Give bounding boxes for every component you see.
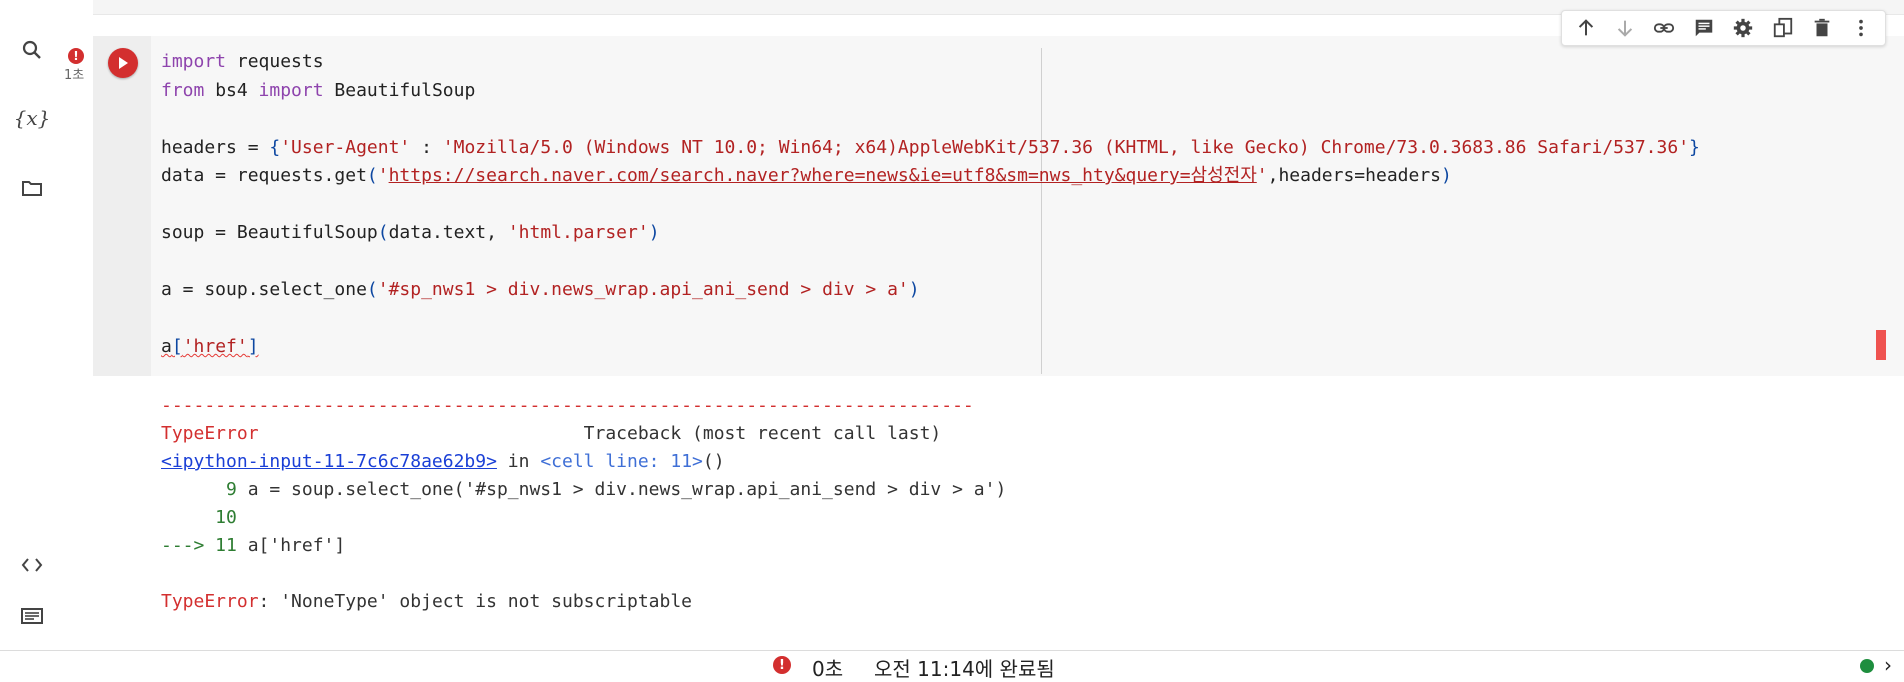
code-token: '#sp_nws1 > div.news_wrap.api_ani_send >… [377,279,909,300]
code-token: ) [648,222,660,243]
link-icon[interactable] [1650,14,1678,42]
move-down-icon[interactable] [1611,14,1639,42]
move-up-icon[interactable] [1572,14,1600,42]
output-final-error-type: TypeError [161,591,259,612]
cell-run-area [93,36,151,376]
output-input-link[interactable]: <ipython-input-11-7c6c78ae62b9> [161,451,497,472]
output-traceback-label: Traceback (most recent call last) [258,423,942,444]
code-token: ,headers=headers [1267,165,1441,186]
error-scroll-marker [1876,330,1886,360]
code-token: requests [226,51,324,72]
code-token: a = soup.select_one [161,279,367,300]
code-token: import [258,79,324,101]
chevron-right-icon[interactable]: › [1884,653,1892,677]
code-token: headers = [161,136,270,158]
code-token: ] [247,336,259,357]
folder-icon[interactable] [18,174,46,202]
code-token: import [161,51,227,72]
code-token: BeautifulSoup [323,79,476,101]
code-token: ' [1256,165,1268,186]
traceback-code: a['href'] [247,535,346,556]
code-token: data = requests.get [161,165,367,186]
code-token: ) [1441,165,1452,186]
left-sidebar: {x} [0,0,61,650]
run-cell-button[interactable] [108,48,138,78]
output-error-type: TypeError [161,423,259,444]
code-token: bs4 [204,79,259,101]
code-token: : [410,136,443,158]
terminal-icon[interactable] [18,602,46,630]
variables-icon[interactable]: {x} [14,104,51,132]
cell-exec-time: 1초 [64,68,85,83]
cell-gutter [60,0,93,650]
status-exec-time: 0초 [812,657,844,681]
comment-icon[interactable] [1690,14,1718,42]
settings-icon[interactable] [1729,14,1757,42]
code-token: from [161,79,205,101]
traceback-line-number: 9 [161,479,248,500]
code-token: [ [171,336,183,357]
mirror-icon[interactable] [1769,14,1797,42]
output-cell-line: <cell line: 11> [540,451,703,472]
code-token: data.text, [388,222,508,243]
traceback-arrow: ---> 11 [161,535,248,556]
code-url-link[interactable]: https://search.naver.com/search.naver?wh… [389,165,1257,186]
code-icon[interactable] [18,551,46,579]
code-token: ( [377,222,389,243]
code-token: 'href' [182,336,248,357]
traceback-code: a = soup.select_one('#sp_nws1 > div.news… [247,479,1007,500]
connection-status-icon[interactable] [1860,659,1874,673]
code-editor[interactable]: import requests from bs4 import Beautifu… [161,48,1700,362]
code-token: { [269,136,281,158]
search-icon[interactable] [18,36,46,64]
more-icon[interactable] [1847,14,1875,42]
traceback-line-number: 10 [161,507,237,528]
code-token: } [1689,136,1700,158]
code-token: soup = BeautifulSoup [161,222,378,243]
code-token: a [161,336,172,357]
code-token: ' [377,165,389,186]
output-text: () [702,451,725,472]
status-error-icon[interactable]: ! [773,656,791,674]
code-token: ) [908,279,920,300]
output-error-message: : 'NoneType' object is not subscriptable [258,591,693,612]
code-token: ( [366,165,378,186]
delete-icon[interactable] [1808,14,1836,42]
status-completed-text: 오전 11:14에 완료됨 [874,657,1055,681]
code-token: ( [366,279,378,300]
output-separator: ----------------------------------------… [161,395,974,416]
code-token: 'User-Agent' [280,136,411,158]
cell-output: ----------------------------------------… [161,392,1006,616]
cell-error-badge: ! [68,48,84,64]
play-icon [119,57,128,69]
output-text: in [496,451,541,472]
code-token: 'html.parser' [507,222,649,243]
code-token: 'Mozilla/5.0 (Windows NT 10.0; Win64; x6… [442,136,1690,158]
cell-toolbar [1561,10,1886,46]
